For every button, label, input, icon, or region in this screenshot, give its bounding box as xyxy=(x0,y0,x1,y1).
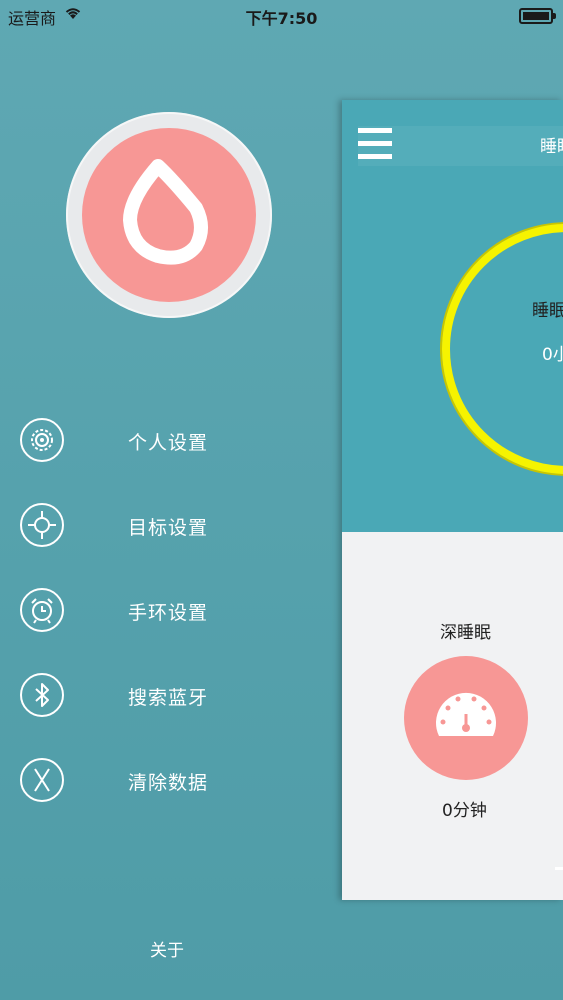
next-arrow-icon[interactable] xyxy=(555,867,563,870)
deep-sleep-value: 0分钟 xyxy=(442,801,487,821)
menu-item-band-settings[interactable]: 手环设置 xyxy=(20,588,320,632)
main-panel[interactable]: 睡眠 睡眠 0小 深睡眠 0分钟 xyxy=(342,100,563,900)
menu-item-label: 个人设置 xyxy=(128,432,209,454)
gauge-icon xyxy=(436,692,496,736)
menu-item-label: 手环设置 xyxy=(128,602,209,624)
menu-item-label: 清除数据 xyxy=(128,772,209,794)
ring-value: 0小 xyxy=(542,345,563,365)
avatar-button[interactable] xyxy=(66,112,272,318)
menu-item-personal-settings[interactable]: 个人设置 xyxy=(20,418,320,462)
avatar xyxy=(82,128,256,302)
sleep-detail-section: 深睡眠 0分钟 xyxy=(342,532,563,900)
status-bar: 运营商 下午7:50 xyxy=(0,0,563,30)
menu-item-label: 搜索蓝牙 xyxy=(128,687,209,709)
hamburger-menu-icon[interactable] xyxy=(358,128,392,160)
droplet-logo-icon xyxy=(123,159,208,265)
gear-icon xyxy=(20,418,64,462)
target-icon xyxy=(20,503,64,547)
bluetooth-icon xyxy=(20,673,64,717)
menu-item-label: 目标设置 xyxy=(128,517,209,539)
battery-icon xyxy=(519,8,556,24)
deep-sleep-label: 深睡眠 xyxy=(440,623,491,643)
status-time: 下午7:50 xyxy=(245,9,318,28)
alarm-clock-icon xyxy=(20,588,64,632)
menu-item-search-bluetooth[interactable]: 搜索蓝牙 xyxy=(20,673,320,717)
clear-x-icon xyxy=(20,758,64,802)
menu-item-target-settings[interactable]: 目标设置 xyxy=(20,503,320,547)
menu-item-clear-data[interactable]: 清除数据 xyxy=(20,758,320,802)
panel-title: 睡眠 xyxy=(540,137,563,157)
ring-label: 睡眠 xyxy=(532,301,563,321)
about-link[interactable]: 关于 xyxy=(150,936,184,961)
deep-sleep-button[interactable] xyxy=(404,656,528,780)
